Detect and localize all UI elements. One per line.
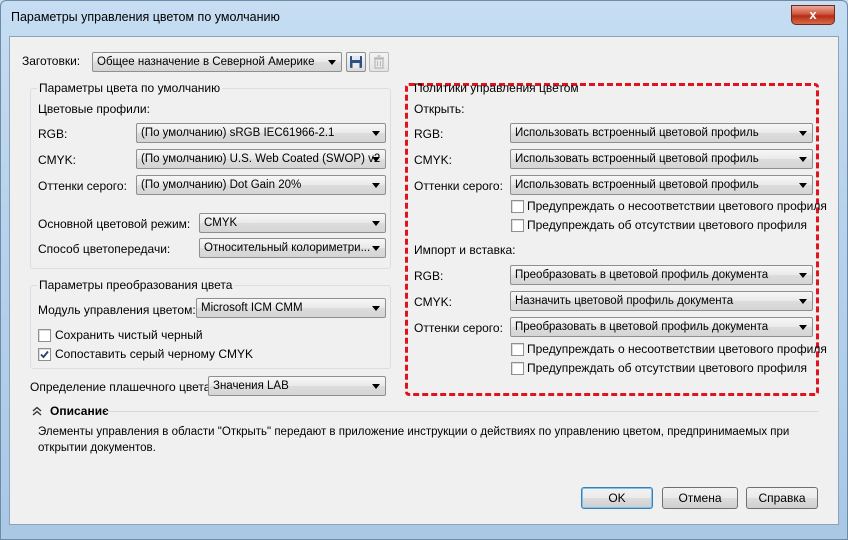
policies-title: Политики управления цветом: [414, 81, 579, 95]
import-cmyk-label: CMYK:: [414, 295, 453, 309]
default-gray-profile-select[interactable]: (По умолчанию) Dot Gain 20%: [136, 175, 386, 195]
description-separator: [106, 411, 818, 412]
open-gray-policy-value: Использовать встроенный цветовой профиль: [515, 179, 759, 191]
import-warn-mismatch-checkbox[interactable]: [511, 343, 524, 356]
help-button[interactable]: Справка: [746, 487, 818, 509]
open-cmyk-policy-value: Использовать встроенный цветовой профиль: [515, 153, 759, 165]
import-warn-missing-checkbox[interactable]: [511, 362, 524, 375]
presets-select-value: Общее назначение в Северной Америке: [97, 56, 315, 68]
chevron-down-icon: [372, 183, 380, 188]
cancel-button[interactable]: Отмена: [662, 487, 738, 509]
import-warn-missing-label: Предупреждать об отсутствии цветового пр…: [527, 361, 807, 375]
open-cmyk-label: CMYK:: [414, 153, 453, 167]
cms-engine-value: Microsoft ICM CMM: [201, 302, 303, 314]
map-gray-to-cmyk-black-checkbox[interactable]: [38, 348, 51, 361]
default-gray-profile-value: (По умолчанию) Dot Gain 20%: [141, 179, 302, 191]
cms-engine-select[interactable]: Microsoft ICM CMM: [196, 298, 386, 318]
preserve-pure-black-label: Сохранить чистый черный: [55, 328, 203, 342]
close-button[interactable]: x: [791, 5, 835, 25]
chevron-down-icon: [799, 157, 807, 162]
checkmark-icon: [40, 350, 49, 359]
chevron-down-icon: [372, 157, 380, 162]
chevron-down-icon: [799, 131, 807, 136]
primary-color-mode-value: CMYK: [204, 217, 238, 229]
description-text: Элементы управления в области "Открыть" …: [38, 426, 790, 454]
default-cmyk-profile-select[interactable]: (По умолчанию) U.S. Web Coated (SWOP) v2: [136, 149, 386, 169]
rendering-intent-value: Относительный колориметри...: [204, 242, 371, 254]
dialog-client-area: Заготовки: Общее назначение в Северной А…: [9, 36, 839, 525]
open-rgb-policy-select[interactable]: Использовать встроенный цветовой профиль: [510, 123, 813, 143]
delete-preset-button[interactable]: [369, 52, 389, 72]
ok-button[interactable]: OK: [581, 487, 653, 509]
color-profiles-label: Цветовые профили:: [38, 102, 150, 116]
open-cmyk-policy-select[interactable]: Использовать встроенный цветовой профиль: [510, 149, 813, 169]
window-title: Параметры управления цветом по умолчанию: [11, 10, 280, 24]
import-rgb-label: RGB:: [414, 269, 444, 283]
default-cmyk-label: CMYK:: [38, 153, 77, 167]
import-gray-label: Оттенки серого:: [414, 321, 503, 335]
trash-icon: [374, 55, 384, 69]
presets-select[interactable]: Общее назначение в Северной Америке: [92, 52, 342, 72]
import-rgb-policy-value: Преобразовать в цветовой профиль докумен…: [515, 269, 769, 281]
chevron-down-icon: [328, 60, 336, 65]
cms-engine-label: Модуль управления цветом:: [38, 303, 196, 317]
title-bar[interactable]: Параметры управления цветом по умолчанию…: [1, 1, 847, 33]
open-warn-mismatch-label: Предупреждать о несоответствии цветового…: [527, 199, 827, 213]
conversion-params-title: Параметры преобразования цвета: [37, 278, 235, 292]
default-gray-label: Оттенки серого:: [38, 179, 127, 193]
import-gray-policy-value: Преобразовать в цветовой профиль докумен…: [515, 321, 769, 333]
open-rgb-label: RGB:: [414, 127, 444, 141]
default-rgb-profile-value: (По умолчанию) sRGB IEC61966-2.1: [141, 127, 335, 139]
preserve-pure-black-checkbox[interactable]: [38, 329, 51, 342]
map-gray-to-cmyk-black-label: Сопоставить серый черному CMYK: [55, 347, 254, 361]
save-preset-button[interactable]: [346, 52, 366, 72]
chevron-down-icon: [372, 306, 380, 311]
chevron-down-icon: [372, 221, 380, 226]
open-warn-mismatch-checkbox[interactable]: [511, 200, 524, 213]
rendering-intent-label: Способ цветопередачи:: [38, 242, 171, 256]
import-section-label: Импорт и вставка:: [414, 243, 516, 257]
spot-color-select[interactable]: Значения LAB: [208, 376, 386, 396]
chevron-down-icon: [799, 183, 807, 188]
open-warn-missing-label: Предупреждать об отсутствии цветового пр…: [527, 218, 807, 232]
primary-color-mode-select[interactable]: CMYK: [199, 213, 386, 233]
import-cmyk-policy-value: Назначить цветовой профиль документа: [515, 295, 734, 307]
collapse-description-toggle[interactable]: [32, 406, 42, 419]
description-title: Описание: [50, 404, 109, 418]
spot-color-value: Значения LAB: [213, 380, 289, 392]
open-rgb-policy-value: Использовать встроенный цветовой профиль: [515, 127, 759, 139]
open-gray-label: Оттенки серого:: [414, 179, 503, 193]
chevron-down-icon: [799, 273, 807, 278]
spot-color-label: Определение плашечного цвета:: [30, 380, 214, 394]
primary-color-mode-label: Основной цветовой режим:: [38, 217, 191, 231]
chevron-down-icon: [372, 131, 380, 136]
open-warn-missing-checkbox[interactable]: [511, 219, 524, 232]
double-chevron-up-icon: [32, 406, 42, 416]
close-icon: x: [809, 7, 817, 22]
chevron-down-icon: [799, 299, 807, 304]
import-rgb-policy-select[interactable]: Преобразовать в цветовой профиль докумен…: [510, 265, 813, 285]
presets-label: Заготовки:: [22, 54, 81, 68]
import-gray-policy-select[interactable]: Преобразовать в цветовой профиль докумен…: [510, 317, 813, 337]
chevron-down-icon: [372, 246, 380, 251]
default-rgb-label: RGB:: [38, 127, 68, 141]
default-color-params-title: Параметры цвета по умолчанию: [37, 81, 223, 95]
rendering-intent-select[interactable]: Относительный колориметри...: [199, 238, 386, 258]
dialog-window: Параметры управления цветом по умолчанию…: [0, 0, 848, 540]
open-section-label: Открыть:: [414, 102, 465, 116]
open-gray-policy-select[interactable]: Использовать встроенный цветовой профиль: [510, 175, 813, 195]
default-cmyk-profile-value: (По умолчанию) U.S. Web Coated (SWOP) v2: [141, 153, 381, 165]
floppy-disk-icon: [350, 56, 362, 68]
import-warn-mismatch-label: Предупреждать о несоответствии цветового…: [527, 342, 827, 356]
default-rgb-profile-select[interactable]: (По умолчанию) sRGB IEC61966-2.1: [136, 123, 386, 143]
chevron-down-icon: [372, 384, 380, 389]
chevron-down-icon: [799, 325, 807, 330]
import-cmyk-policy-select[interactable]: Назначить цветовой профиль документа: [510, 291, 813, 311]
